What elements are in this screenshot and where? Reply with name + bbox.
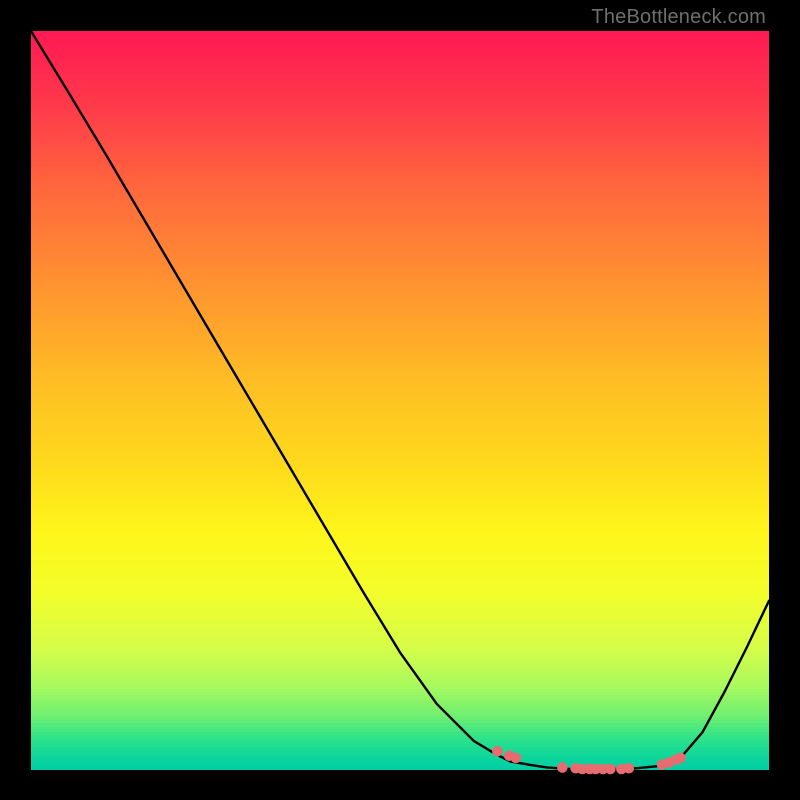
data-marker — [675, 753, 686, 764]
data-marker — [492, 746, 503, 757]
data-marker — [511, 753, 522, 764]
data-marker — [557, 762, 568, 773]
bottleneck-curve — [31, 31, 769, 769]
plot-area — [31, 31, 769, 769]
watermark-text: TheBottleneck.com — [591, 6, 766, 29]
data-marker — [605, 764, 616, 775]
chart-frame: TheBottleneck.com — [0, 0, 800, 800]
data-marker — [623, 763, 634, 774]
curve-path — [31, 31, 769, 769]
